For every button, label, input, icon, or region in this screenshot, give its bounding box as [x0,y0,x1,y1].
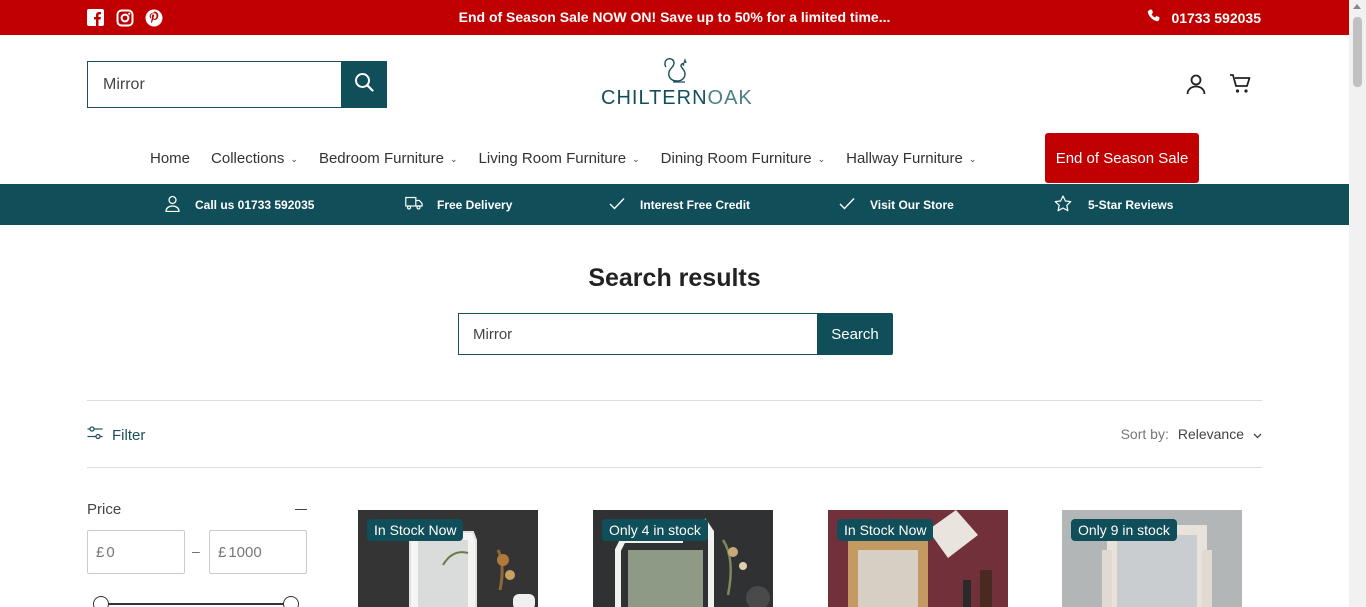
nav-item-label: Hallway Furniture [846,149,963,167]
check-icon [839,197,855,213]
chevron-down-icon: ⌄ [968,153,977,164]
header-actions [1185,73,1251,100]
site-logo[interactable]: CHILTERNOAK [601,53,752,110]
usp-free-delivery[interactable]: Free Delivery [405,184,512,225]
usp-call-us[interactable]: Call us 01733 592035 [164,184,314,225]
stock-badge: In Stock Now [837,519,934,541]
main-navigation: Home Collections ⌄ Bedroom Furniture ⌄ Liv… [0,133,1349,184]
sort-value: Relevance [1177,426,1244,442]
search-button[interactable]: Search [817,313,893,355]
logo-accent-text: OAK [707,87,753,109]
usp-5-star-reviews[interactable]: 5-Star Reviews [1054,184,1173,225]
chevron-down-icon: ⌄ [817,153,826,164]
header-search-input[interactable] [87,61,341,108]
price-min-value: 0 [106,543,115,561]
nav-item-label: Bedroom Furniture [318,149,444,167]
phone-icon [1147,9,1161,26]
announcement-bar: End of Season Sale NOW ON! Save up to 50… [0,0,1349,35]
usp-label: Interest Free Credit [640,197,751,212]
page-title: Search results [588,264,761,292]
header-search [87,61,387,108]
nav-item-label: Home [150,149,191,167]
sort-control[interactable]: Sort by: Relevance [1121,426,1262,442]
phone-number: 01733 592035 [1171,9,1261,26]
account-icon[interactable] [1185,73,1207,100]
price-slider-max-handle[interactable] [283,596,299,607]
stock-badge: Only 4 in stock [602,519,708,541]
collapse-minus-icon[interactable] [295,509,307,510]
squirrel-icon [655,53,695,90]
check-icon [609,197,625,213]
scrollbar-thumb[interactable] [1353,17,1362,87]
usp-bar: Call us 01733 592035 Free Delivery Inter… [0,184,1349,225]
nav-item-label: Dining Room Furniture [660,149,812,167]
sort-label: Sort by: [1120,426,1169,442]
results-search: Search [458,313,893,355]
nav-item-collections[interactable]: Collections ⌄ [211,133,298,183]
usp-label: Free Delivery [437,197,513,212]
cart-icon[interactable] [1229,73,1251,100]
search-icon [354,72,374,97]
stock-badge: In Stock Now [367,519,464,541]
scroll-up-arrow-icon[interactable] [1353,4,1361,9]
currency-symbol: £ [96,543,105,561]
truck-icon [405,196,423,213]
divider [87,467,1262,468]
usp-label: 5-Star Reviews [1088,197,1174,212]
filter-toggle[interactable]: Filter [87,426,145,444]
results-search-input[interactable] [458,313,817,355]
header-search-button[interactable] [341,61,387,108]
chevron-down-icon [1253,426,1262,442]
price-min-field[interactable]: £ 0 [87,530,185,574]
product-card[interactable]: In Stock Now [358,510,538,607]
price-slider-track[interactable] [101,603,291,605]
user-icon [164,195,181,215]
filter-icon [87,426,103,444]
product-card[interactable]: Only 4 in stock [593,510,773,607]
chevron-down-icon: ⌄ [290,153,298,164]
nav-item-label: Living Room Furniture [478,149,627,167]
logo-main-text: CHILTERN [601,87,708,109]
header-phone[interactable]: 01733 592035 [1147,9,1261,26]
page-scrollbar[interactable] [1349,0,1366,607]
product-card[interactable]: In Stock Now [828,510,1008,607]
price-range-dash: – [192,543,200,559]
nav-item-dining-room-furniture[interactable]: Dining Room Furniture ⌄ [661,133,825,183]
filter-label: Filter [112,426,146,444]
usp-label: Visit Our Store [870,197,954,212]
usp-label: Call us 01733 592035 [195,197,315,212]
currency-symbol: £ [218,543,227,561]
logo-wordmark: CHILTERNOAK [601,87,752,110]
nav-item-living-room-furniture[interactable]: Living Room Furniture ⌄ [479,133,640,183]
product-card[interactable]: Only 9 in stock [1062,510,1242,607]
nav-item-end-of-season-sale[interactable]: End of Season Sale [1045,133,1199,183]
price-slider-min-handle[interactable] [93,596,109,607]
nav-item-bedroom-furniture[interactable]: Bedroom Furniture ⌄ [319,133,458,183]
price-filter-title: Price [87,501,122,518]
chevron-down-icon: ⌄ [450,153,458,164]
star-icon [1054,194,1072,215]
chevron-down-icon: ⌄ [632,153,640,164]
price-max-field[interactable]: £ 1000 [209,530,307,574]
nav-item-label: Collections [211,149,285,167]
nav-item-hallway-furniture[interactable]: Hallway Furniture ⌄ [846,133,976,183]
site-header: CHILTERNOAK [0,35,1349,133]
divider [87,400,1262,401]
stock-badge: Only 9 in stock [1071,519,1177,541]
nav-item-home[interactable]: Home [150,133,190,183]
price-max-value: 1000 [228,543,262,561]
usp-interest-free-credit[interactable]: Interest Free Credit [609,184,750,225]
usp-visit-our-store[interactable]: Visit Our Store [839,184,954,225]
